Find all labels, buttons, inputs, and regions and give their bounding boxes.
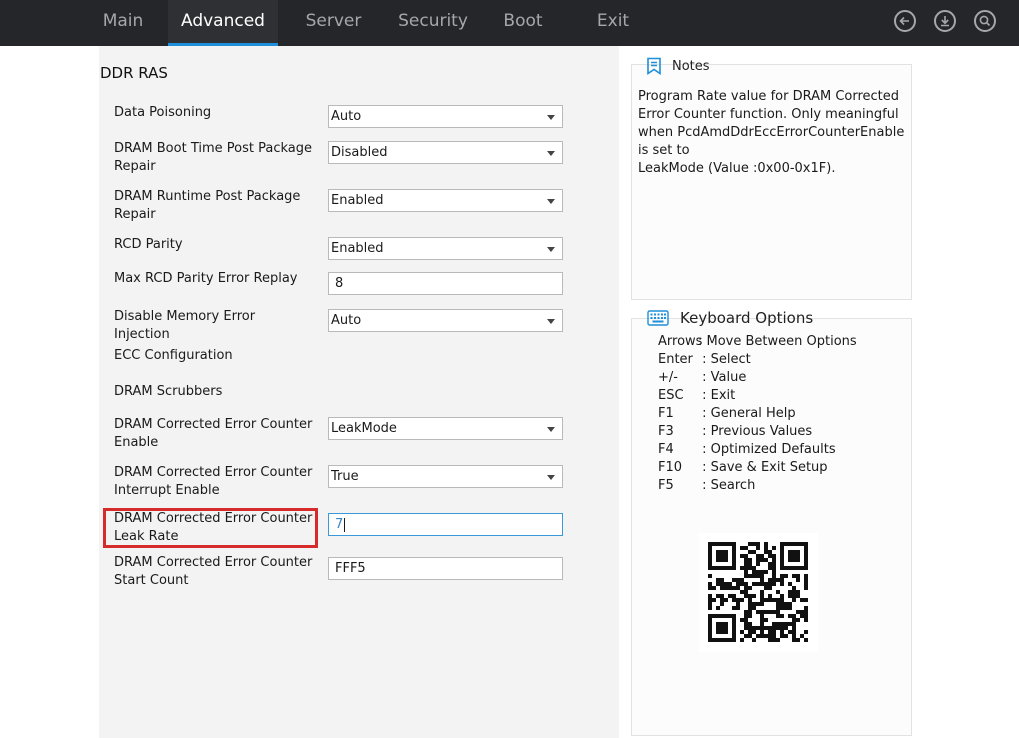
key-name: ESC xyxy=(658,388,684,403)
key-hint: F5 : Search xyxy=(658,477,755,495)
start-count-input[interactable]: FFF5 xyxy=(328,557,563,580)
qr-code-image xyxy=(708,542,808,642)
select-value: Auto xyxy=(331,313,362,328)
select-value: Enabled xyxy=(331,193,384,208)
notes-body-2: LeakMode (Value :0x00-0x1F). xyxy=(638,161,836,176)
input-value: 7 xyxy=(335,517,344,532)
search-icon[interactable] xyxy=(974,10,996,32)
key-desc: : General Help xyxy=(698,406,796,421)
chevron-down-icon xyxy=(547,475,555,480)
data-poisoning-select[interactable]: Auto xyxy=(328,105,563,128)
key-hint: Arrows: Move Between Options xyxy=(658,333,857,351)
key-desc: : Save & Exit Setup xyxy=(698,460,828,475)
select-value: True xyxy=(331,469,359,484)
key-desc: : Select xyxy=(698,352,751,367)
key-hint: +/- : Value xyxy=(658,369,746,387)
key-name: +/- xyxy=(658,370,678,385)
page-title: DDR RAS xyxy=(100,64,168,82)
rcd-parity-select[interactable]: Enabled xyxy=(328,237,563,260)
bookmark-icon xyxy=(646,57,662,79)
key-hint: F1 : General Help xyxy=(658,405,796,423)
tab-exit[interactable]: Exit xyxy=(588,0,638,46)
select-value: Disabled xyxy=(331,145,388,160)
key-desc: : Search xyxy=(698,478,756,493)
key-desc: : Optimized Defaults xyxy=(698,442,836,457)
key-hint: F4 : Optimized Defaults xyxy=(658,441,836,459)
select-value: Enabled xyxy=(331,241,384,256)
key-desc: : Exit xyxy=(698,388,736,403)
tab-boot[interactable]: Boot xyxy=(494,0,552,46)
key-desc: : Move Between Options xyxy=(698,334,857,349)
notes-body: Program Rate value for DRAM Corrected Er… xyxy=(638,89,905,158)
key-name: Enter xyxy=(658,352,693,367)
text-cursor xyxy=(344,517,346,532)
leak-rate-input[interactable]: 7 xyxy=(328,513,563,536)
setting-label: Disable Memory Error Injection xyxy=(114,309,256,342)
runtime-ppr-select[interactable]: Enabled xyxy=(328,189,563,212)
setting-label: Max RCD Parity Error Replay xyxy=(114,271,298,286)
download-icon[interactable] xyxy=(934,10,956,32)
key-desc: : Previous Values xyxy=(698,424,813,439)
chevron-down-icon xyxy=(547,427,555,432)
select-value: Auto xyxy=(331,109,362,124)
notes-text: Program Rate value for DRAM Corrected Er… xyxy=(638,88,906,178)
setting-label: DRAM Corrected Error Counter Interrupt E… xyxy=(114,465,313,498)
tab-security[interactable]: Security xyxy=(390,0,476,46)
tab-server[interactable]: Server xyxy=(296,0,371,46)
key-name: F4 xyxy=(658,442,674,457)
keyboard-title: Keyboard Options xyxy=(680,309,814,327)
dram-scrubbers-link[interactable]: DRAM Scrubbers xyxy=(114,383,314,401)
key-name: F5 xyxy=(658,478,674,493)
tab-advanced[interactable]: Advanced xyxy=(168,0,278,46)
setting-label: DRAM Boot Time Post Package Repair xyxy=(114,141,312,174)
max-rcd-parity-input[interactable]: 8 xyxy=(328,272,563,295)
qr-code xyxy=(699,533,818,652)
boot-time-ppr-select[interactable]: Disabled xyxy=(328,141,563,164)
setting-label: DRAM Runtime Post Package Repair xyxy=(114,189,301,222)
error-counter-enable-select[interactable]: LeakMode xyxy=(328,417,563,440)
chevron-down-icon xyxy=(547,115,555,120)
highlight-box xyxy=(103,508,318,548)
setting-label: DRAM Corrected Error Counter Start Count xyxy=(114,555,313,588)
key-hint: ESC : Exit xyxy=(658,387,735,405)
setting-label: RCD Parity xyxy=(114,237,183,252)
top-nav-bar: Main Advanced Server Security Boot Exit xyxy=(0,0,1019,46)
key-desc: : Value xyxy=(698,370,747,385)
keyboard-icon xyxy=(647,310,669,330)
setting-label: Data Poisoning xyxy=(114,105,212,120)
chevron-down-icon xyxy=(547,247,555,252)
key-hint: Enter : Select xyxy=(658,351,751,369)
select-value: LeakMode xyxy=(331,421,397,436)
key-hint: F10 : Save & Exit Setup xyxy=(658,459,828,477)
notes-title: Notes xyxy=(672,59,710,74)
key-name: F3 xyxy=(658,424,674,439)
chevron-down-icon xyxy=(547,319,555,324)
chevron-down-icon xyxy=(547,199,555,204)
key-hint: F3 : Previous Values xyxy=(658,423,812,441)
tab-main[interactable]: Main xyxy=(88,0,158,46)
disable-error-injection-select[interactable]: Auto xyxy=(328,309,563,332)
setting-label: DRAM Corrected Error Counter Enable xyxy=(114,417,313,450)
ecc-configuration-link[interactable]: ECC Configuration xyxy=(114,347,314,365)
chevron-down-icon xyxy=(547,151,555,156)
back-icon[interactable] xyxy=(894,10,916,32)
interrupt-enable-select[interactable]: True xyxy=(328,465,563,488)
key-name: Arrows xyxy=(658,334,703,349)
key-name: F10 xyxy=(658,460,683,475)
key-name: F1 xyxy=(658,406,674,421)
